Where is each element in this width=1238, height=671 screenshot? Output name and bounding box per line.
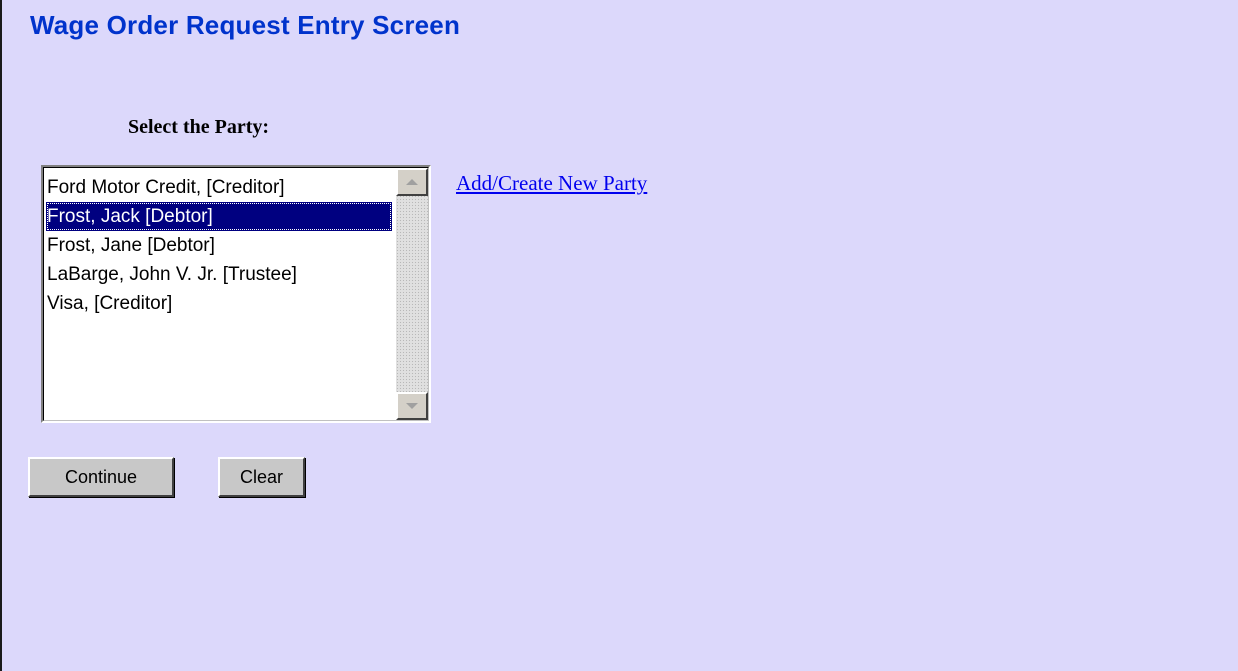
continue-button[interactable]: Continue bbox=[28, 457, 174, 497]
clear-button[interactable]: Clear bbox=[218, 457, 305, 497]
party-listbox-frame: Ford Motor Credit, [Creditor] Frost, Jac… bbox=[43, 167, 429, 421]
scroll-down-arrow-icon bbox=[406, 403, 418, 409]
page-frame: Wage Order Request Entry Screen Select t… bbox=[0, 0, 1238, 671]
listbox-scrollbar[interactable] bbox=[396, 168, 428, 420]
party-option[interactable]: Visa, [Creditor] bbox=[46, 289, 396, 318]
select-party-label: Select the Party: bbox=[128, 116, 270, 138]
party-options: Ford Motor Credit, [Creditor] Frost, Jac… bbox=[46, 173, 396, 318]
page-title: Wage Order Request Entry Screen bbox=[30, 10, 461, 40]
scroll-up-button[interactable] bbox=[396, 168, 428, 196]
page-content: Wage Order Request Entry Screen Select t… bbox=[2, 0, 1238, 671]
scroll-up-arrow-icon bbox=[406, 179, 418, 185]
add-create-party-link[interactable]: Add/Create New Party bbox=[456, 171, 647, 196]
scroll-down-button[interactable] bbox=[396, 392, 428, 420]
party-listbox[interactable]: Ford Motor Credit, [Creditor] Frost, Jac… bbox=[41, 165, 431, 423]
party-option[interactable]: Frost, Jane [Debtor] bbox=[46, 231, 396, 260]
party-option[interactable]: LaBarge, John V. Jr. [Trustee] bbox=[46, 260, 396, 289]
party-option-selected[interactable]: Frost, Jack [Debtor] bbox=[46, 202, 392, 231]
party-option[interactable]: Ford Motor Credit, [Creditor] bbox=[46, 173, 396, 202]
